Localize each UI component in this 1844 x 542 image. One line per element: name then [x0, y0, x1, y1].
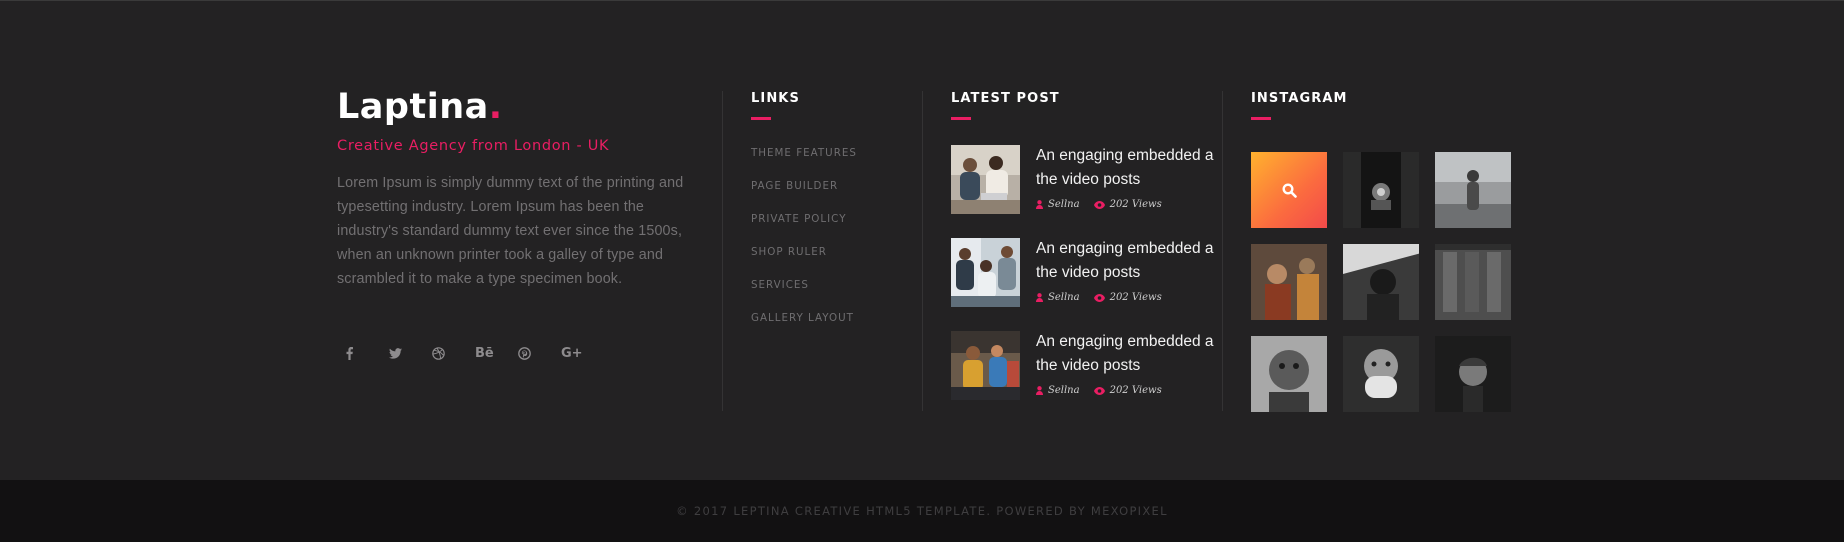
post-author[interactable]: Sellna: [1036, 385, 1080, 396]
post-thumbnail[interactable]: [951, 238, 1020, 307]
brand-column: Laptina. Creative Agency from London - U…: [337, 85, 707, 361]
instagram-photo[interactable]: [1343, 336, 1419, 412]
instagram-title-underline: [1251, 117, 1271, 120]
post-title[interactable]: An engaging embedded a the video posts: [1036, 330, 1226, 378]
post-item[interactable]: An engaging embedded a the video posts S…: [951, 145, 1221, 238]
eye-icon: [1093, 386, 1105, 395]
link-theme-features[interactable]: THEME FEATURES: [751, 147, 857, 180]
footer-main: Laptina. Creative Agency from London - U…: [0, 0, 1844, 480]
post-item[interactable]: An engaging embedded a the video posts S…: [951, 238, 1221, 331]
latest-post-list: An engaging embedded a the video posts S…: [951, 145, 1221, 424]
post-thumbnail[interactable]: [951, 331, 1020, 400]
links-title: LINKS: [751, 91, 800, 106]
footer-bottom-bar: © 2017 LEPTINA CREATIVE HTML5 TEMPLATE. …: [0, 480, 1844, 542]
instagram-photo[interactable]: [1343, 244, 1419, 320]
instagram-search-tile[interactable]: [1251, 152, 1327, 228]
eye-icon: [1093, 293, 1105, 302]
twitter-icon[interactable]: [380, 341, 423, 365]
instagram-grid: [1251, 152, 1511, 412]
links-list: THEME FEATURES PAGE BUILDER PRIVATE POLI…: [751, 147, 857, 345]
post-views: 202 Views: [1093, 385, 1162, 396]
dribbble-icon[interactable]: [423, 341, 466, 365]
behance-icon[interactable]: Bē: [466, 341, 509, 365]
latest-post-title: LATEST POST: [951, 91, 1060, 106]
copyright-text: © 2017 LEPTINA CREATIVE HTML5 TEMPLATE. …: [676, 504, 1168, 518]
tagline: Creative Agency from London - UK: [337, 138, 610, 154]
post-meta: Sellna 202 Views: [1036, 292, 1176, 303]
post-title[interactable]: An engaging embedded a the video posts: [1036, 144, 1226, 192]
column-divider: [922, 91, 923, 411]
post-views: 202 Views: [1093, 199, 1162, 210]
instagram-photo[interactable]: [1251, 244, 1327, 320]
user-icon: [1036, 386, 1043, 395]
search-icon: [1281, 182, 1297, 198]
instagram-photo[interactable]: [1435, 152, 1511, 228]
post-item[interactable]: An engaging embedded a the video posts S…: [951, 331, 1221, 424]
instagram-photo[interactable]: [1435, 244, 1511, 320]
user-icon: [1036, 293, 1043, 302]
link-shop-ruler[interactable]: SHOP RULER: [751, 246, 857, 279]
links-title-underline: [751, 117, 771, 120]
post-author[interactable]: Sellna: [1036, 199, 1080, 210]
post-author[interactable]: Sellna: [1036, 292, 1080, 303]
pinterest-icon[interactable]: [509, 341, 552, 365]
about-text: Lorem Ipsum is simply dummy text of the …: [337, 175, 684, 287]
post-meta: Sellna 202 Views: [1036, 385, 1176, 396]
social-links: Bē G+: [337, 341, 595, 365]
post-title[interactable]: An engaging embedded a the video posts: [1036, 237, 1226, 285]
instagram-photo[interactable]: [1251, 336, 1327, 412]
link-private-policy[interactable]: PRIVATE POLICY: [751, 213, 857, 246]
link-services[interactable]: SERVICES: [751, 279, 857, 312]
eye-icon: [1093, 200, 1105, 209]
latest-post-title-underline: [951, 117, 971, 120]
post-views: 202 Views: [1093, 292, 1162, 303]
instagram-photo[interactable]: [1343, 152, 1419, 228]
column-divider: [722, 91, 723, 411]
link-page-builder[interactable]: PAGE BUILDER: [751, 180, 857, 213]
instagram-photo[interactable]: [1435, 336, 1511, 412]
link-gallery-layout[interactable]: GALLERY LAYOUT: [751, 312, 857, 345]
facebook-icon[interactable]: [337, 341, 380, 365]
instagram-title: INSTAGRAM: [1251, 91, 1348, 106]
logo-dot: .: [488, 87, 503, 127]
post-meta: Sellna 202 Views: [1036, 199, 1176, 210]
post-thumbnail[interactable]: [951, 145, 1020, 214]
user-icon: [1036, 200, 1043, 209]
google-plus-icon[interactable]: G+: [552, 341, 595, 365]
logo[interactable]: Laptina.: [337, 85, 707, 129]
